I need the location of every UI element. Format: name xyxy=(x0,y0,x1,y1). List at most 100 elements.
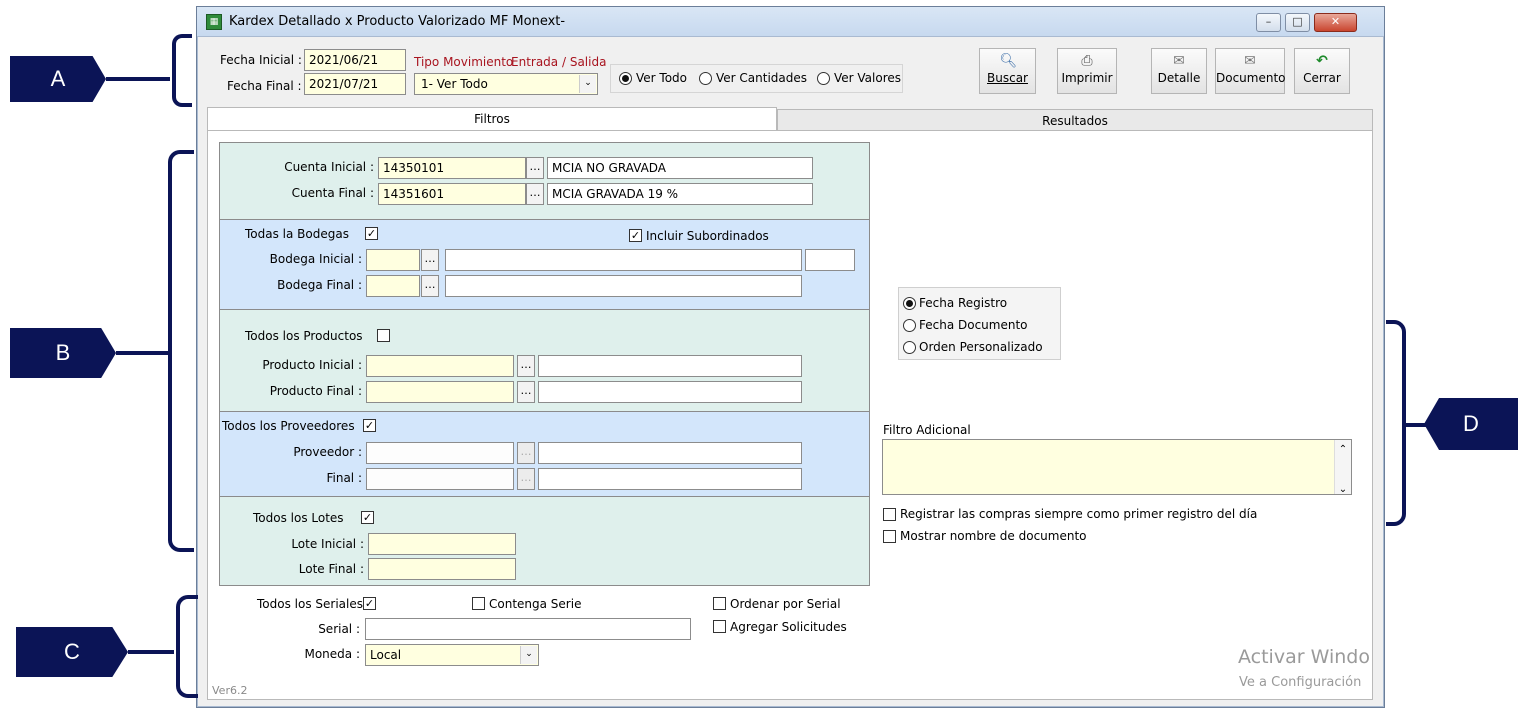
todas-bodegas-checkbox[interactable]: ✓ xyxy=(365,227,378,240)
fecha-inicial-input[interactable]: 2021/06/21 xyxy=(304,49,406,71)
tab-resultados[interactable]: Resultados xyxy=(777,109,1373,131)
activation-watermark-line2: Ve a Configuración xyxy=(1239,675,1362,690)
filtro-adicional-textarea[interactable]: ⌃ ⌄ xyxy=(882,439,1352,495)
registrar-compras-checkbox[interactable] xyxy=(883,508,896,521)
annotation-d-connector xyxy=(1404,423,1426,427)
proveedor-final-description xyxy=(538,468,802,490)
bodega-final-lookup-button[interactable]: … xyxy=(421,275,439,297)
radio-fecha-documento[interactable] xyxy=(903,319,916,332)
producto-inicial-description xyxy=(538,355,802,377)
ordenar-serial-checkbox[interactable] xyxy=(713,597,726,610)
bodega-final-label: Bodega Final : xyxy=(277,278,362,292)
todos-seriales-label: Todos los Seriales xyxy=(257,597,363,611)
contenga-serie-checkbox[interactable] xyxy=(472,597,485,610)
cuenta-final-description: MCIA GRAVADA 19 % xyxy=(547,183,813,205)
todos-productos-checkbox[interactable] xyxy=(377,329,390,342)
agregar-solicitudes-checkbox[interactable] xyxy=(713,620,726,633)
title-bar[interactable]: ▦ Kardex Detallado x Producto Valorizado… xyxy=(197,7,1384,37)
lote-final-label: Lote Final : xyxy=(298,562,364,576)
version-label: Ver6.2 xyxy=(212,684,248,697)
producto-inicial-input[interactable] xyxy=(366,355,514,377)
annotation-d-bracket xyxy=(1386,320,1406,526)
textarea-scrollbar[interactable]: ⌃ ⌄ xyxy=(1334,440,1351,495)
annotation-c-bracket xyxy=(176,595,198,698)
imprimir-button[interactable]: ⎙ Imprimir xyxy=(1057,48,1117,94)
producto-section: Todos los Productos Producto Inicial : …… xyxy=(219,309,870,412)
tipo-movimiento-select[interactable]: 1- Ver Todo ⌄ xyxy=(414,73,598,95)
incluir-subordinados-checkbox[interactable]: ✓ xyxy=(629,229,642,242)
producto-inicial-label: Producto Inicial : xyxy=(262,358,362,372)
producto-final-lookup-button[interactable]: … xyxy=(517,381,535,403)
cuenta-final-lookup-button[interactable]: … xyxy=(526,183,544,205)
radio-orden-personalizado[interactable] xyxy=(903,341,916,354)
bodega-inicial-input[interactable] xyxy=(366,249,420,271)
annotation-b-bracket xyxy=(168,150,194,552)
radio-ver-todo[interactable] xyxy=(619,72,632,85)
annotation-c-connector xyxy=(128,650,174,654)
mostrar-nombre-checkbox[interactable] xyxy=(883,530,896,543)
fecha-final-label: Fecha Final : xyxy=(227,79,302,93)
radio-orden-personalizado-label: Orden Personalizado xyxy=(919,340,1043,354)
annotation-a-bracket xyxy=(172,34,192,107)
maximize-button[interactable]: □ xyxy=(1285,13,1310,32)
radio-ver-valores[interactable] xyxy=(817,72,830,85)
moneda-label: Moneda : xyxy=(304,647,360,661)
annotation-a-callout: A xyxy=(10,56,106,102)
todos-proveedores-checkbox[interactable]: ✓ xyxy=(363,419,376,432)
documento-button[interactable]: ✉ Documento xyxy=(1215,48,1286,94)
tab-filtros[interactable]: Filtros xyxy=(207,107,777,131)
document-icon: ✉ xyxy=(1244,53,1256,69)
fecha-inicial-label: Fecha Inicial : xyxy=(220,53,302,67)
activation-watermark-line1: Activar Windo xyxy=(1238,646,1370,668)
minimize-button[interactable]: – xyxy=(1256,13,1281,32)
lote-final-input[interactable] xyxy=(368,558,516,580)
cuenta-inicial-label: Cuenta Inicial : xyxy=(284,160,374,174)
lote-section: Todos los Lotes ✓ Lote Inicial : Lote Fi… xyxy=(219,496,870,586)
buscar-button[interactable]: 🔍︎ Buscar xyxy=(979,48,1036,94)
bodega-inicial-description xyxy=(445,249,802,271)
radio-ver-valores-label: Ver Valores xyxy=(834,71,902,85)
close-window-button[interactable]: ✕ xyxy=(1314,13,1357,32)
todas-bodegas-label: Todas la Bodegas xyxy=(245,227,349,241)
proveedor-final-lookup-button[interactable]: … xyxy=(517,468,535,490)
chevron-down-icon[interactable]: ⌄ xyxy=(579,75,596,93)
ordenar-serial-label: Ordenar por Serial xyxy=(730,597,841,611)
cerrar-button[interactable]: ↶ Cerrar xyxy=(1294,48,1350,94)
todos-productos-label: Todos los Productos xyxy=(245,329,363,343)
fecha-final-input[interactable]: 2021/07/21 xyxy=(304,73,406,95)
filtros-panel: Cuenta Inicial : 14350101 … MCIA NO GRAV… xyxy=(207,130,1373,700)
bodega-final-description xyxy=(445,275,802,297)
lote-inicial-input[interactable] xyxy=(368,533,516,555)
radio-ver-cantidades[interactable] xyxy=(699,72,712,85)
todos-lotes-checkbox[interactable]: ✓ xyxy=(361,511,374,524)
chevron-down-icon[interactable]: ⌄ xyxy=(520,646,537,664)
cuenta-final-input[interactable]: 14351601 xyxy=(378,183,526,205)
radio-fecha-registro-label: Fecha Registro xyxy=(919,296,1008,310)
entrada-salida-label: Entrada / Salida xyxy=(511,55,607,69)
contenga-serie-label: Contenga Serie xyxy=(489,597,582,611)
proveedor-final-input[interactable] xyxy=(366,468,514,490)
moneda-select[interactable]: Local ⌄ xyxy=(365,644,539,666)
annotation-c-callout: C xyxy=(16,627,128,677)
bodega-inicial-label: Bodega Inicial : xyxy=(269,252,362,266)
todos-seriales-checkbox[interactable]: ✓ xyxy=(363,597,376,610)
cuenta-section: Cuenta Inicial : 14350101 … MCIA NO GRAV… xyxy=(219,142,870,220)
detalle-button[interactable]: ✉ Detalle xyxy=(1151,48,1207,94)
producto-final-label: Producto Final : xyxy=(269,384,362,398)
proveedor-input[interactable] xyxy=(366,442,514,464)
serial-input[interactable] xyxy=(365,618,691,640)
kardex-window: ▦ Kardex Detallado x Producto Valorizado… xyxy=(196,6,1385,708)
producto-final-input[interactable] xyxy=(366,381,514,403)
search-icon: 🔍︎ xyxy=(999,53,1018,69)
fecha-order-group: Fecha Registro Fecha Documento Orden Per… xyxy=(898,287,1061,360)
bodega-inicial-lookup-button[interactable]: … xyxy=(421,249,439,271)
cuenta-inicial-lookup-button[interactable]: … xyxy=(526,157,544,179)
cuenta-inicial-input[interactable]: 14350101 xyxy=(378,157,526,179)
producto-inicial-lookup-button[interactable]: … xyxy=(517,355,535,377)
bodega-final-input[interactable] xyxy=(366,275,420,297)
radio-ver-cantidades-label: Ver Cantidades xyxy=(716,71,808,85)
cuenta-inicial-description: MCIA NO GRAVADA xyxy=(547,157,813,179)
annotation-b-callout: B xyxy=(10,328,116,378)
radio-fecha-registro[interactable] xyxy=(903,297,916,310)
proveedor-lookup-button[interactable]: … xyxy=(517,442,535,464)
